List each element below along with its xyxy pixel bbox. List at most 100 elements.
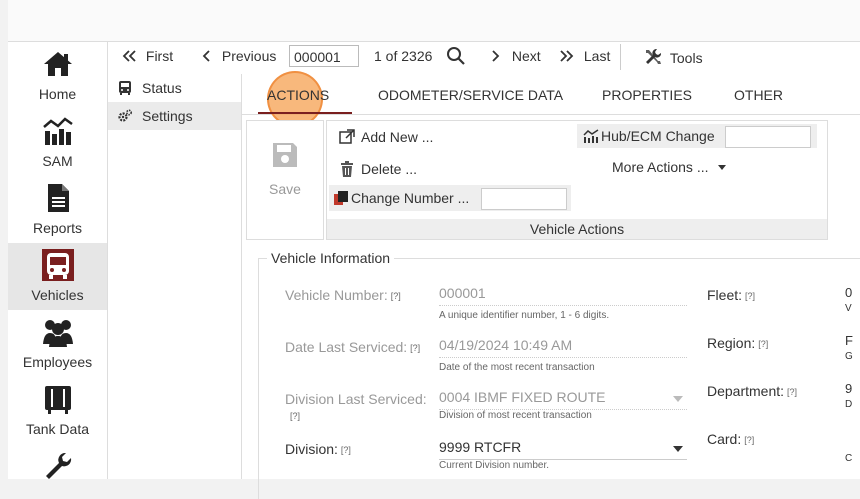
save-button[interactable]: Save — [246, 120, 324, 240]
toolbar-divider — [620, 44, 621, 70]
help-icon[interactable]: [?] — [758, 339, 768, 349]
more-actions-dropdown[interactable]: More Actions ... — [612, 159, 727, 175]
nav-item-employees[interactable]: Employees — [8, 310, 107, 377]
division-last-serviced-label: Division Last Serviced: — [285, 391, 427, 407]
help-icon[interactable]: [?] — [744, 435, 754, 445]
report-icon — [48, 184, 69, 212]
home-icon — [44, 52, 72, 76]
tools-button[interactable]: Tools — [644, 48, 703, 66]
double-chevron-right-icon — [560, 50, 574, 62]
department-label-text: Department: — [707, 383, 785, 399]
nav-item-maintenance[interactable] — [8, 444, 107, 479]
help-icon[interactable]: [?] — [410, 343, 420, 353]
vehicle-subnav: Status Settings — [108, 74, 242, 479]
gears-icon — [118, 109, 132, 122]
date-last-serviced-label-text: Date Last Serviced: — [285, 339, 408, 355]
date-last-serviced-hint: Date of the most recent transaction — [439, 362, 595, 373]
date-last-serviced-label: Date Last Serviced: [?] — [285, 339, 420, 355]
next-button[interactable]: Next — [492, 48, 541, 64]
vehicle-number-hint: A unique identifier number, 1 - 6 digits… — [439, 310, 610, 321]
help-icon[interactable]: [?] — [391, 291, 401, 301]
region-label-text: Region: — [707, 335, 756, 351]
record-position: 1 of 2326 — [374, 48, 433, 64]
hub-change-input[interactable] — [725, 126, 811, 148]
tab-bar: ACTIONS ODOMETER/SERVICE DATA PROPERTIES… — [242, 71, 860, 127]
last-button[interactable]: Last — [560, 48, 610, 64]
delete-label: Delete ... — [361, 161, 418, 177]
last-label: Last — [583, 48, 611, 64]
help-icon[interactable]: [?] — [341, 445, 351, 455]
wrench-icon — [46, 452, 72, 479]
division-last-serviced-value: 0004 IBMF FIXED ROUTE — [439, 389, 606, 405]
change-number-input[interactable] — [481, 188, 567, 210]
main-nav: Home SAM Reports Vehicles Employees Tank… — [8, 42, 108, 479]
app-window: Home SAM Reports Vehicles Employees Tank… — [8, 0, 860, 499]
hub-change-group: Hub/ECM Change — [577, 124, 817, 148]
nav-item-home[interactable]: Home — [8, 42, 107, 109]
tools-icon — [646, 48, 662, 64]
division-last-serviced-label-text: Division Last Serviced: — [285, 391, 427, 407]
subnav-item-status[interactable]: Status — [108, 74, 241, 102]
employees-icon — [43, 320, 73, 347]
record-number-input[interactable]: 000001 — [289, 45, 359, 67]
hub-change-label: Hub/ECM Change — [601, 128, 715, 144]
tab-odometer-service-data[interactable]: ODOMETER/SERVICE DATA — [378, 87, 563, 103]
tab-other[interactable]: OTHER — [734, 87, 783, 103]
nav-label: Reports — [32, 220, 83, 236]
caret-down-icon — [718, 165, 727, 170]
caret-down-icon — [673, 396, 683, 402]
vehicle-number-label: Vehicle Number: [?] — [285, 287, 401, 303]
copy-icon — [334, 191, 348, 205]
nav-label: Vehicles — [31, 287, 84, 303]
vehicle-information-section: Vehicle Information Vehicle Number: [?] 0… — [258, 250, 860, 499]
help-icon[interactable]: [?] — [787, 387, 797, 397]
card-label-text: Card: — [707, 431, 742, 447]
first-label: First — [145, 48, 174, 64]
department-hint: D — [845, 399, 853, 410]
subnav-item-settings[interactable]: Settings — [108, 102, 241, 130]
region-label: Region: [?] — [707, 335, 768, 351]
help-icon[interactable]: [?] — [745, 291, 755, 301]
more-actions-label: More Actions ... — [612, 159, 709, 175]
nav-item-tank-data[interactable]: Tank Data — [8, 377, 107, 444]
vehicle-actions-title: Vehicle Actions — [327, 219, 827, 239]
nav-label: Employees — [22, 354, 93, 370]
first-button[interactable]: First — [122, 48, 173, 64]
sam-chart-icon — [43, 117, 73, 145]
external-link-icon — [339, 129, 355, 144]
hub-change-button[interactable]: Hub/ECM Change — [583, 128, 715, 144]
department-label: Department: [?] — [707, 383, 797, 399]
division-last-serviced-hint: Division of most recent transaction — [439, 410, 592, 421]
nav-item-reports[interactable]: Reports — [8, 176, 107, 243]
card-label: Card: [?] — [707, 431, 754, 447]
tab-properties[interactable]: PROPERTIES — [602, 87, 692, 103]
nav-item-vehicles[interactable]: Vehicles — [8, 243, 107, 310]
change-number-group: Change Number ... — [329, 185, 571, 211]
nav-item-sam[interactable]: SAM — [8, 109, 107, 176]
delete-button[interactable]: Delete ... — [339, 161, 417, 177]
vehicle-actions-group: Add New ... Delete ... Change Number ...… — [326, 120, 828, 240]
tab-actions[interactable]: ACTIONS — [267, 87, 329, 103]
vehicle-number-label-text: Vehicle Number: — [285, 287, 388, 303]
help-icon[interactable]: [?] — [290, 411, 300, 421]
nav-label: SAM — [42, 153, 73, 169]
nav-label: Home — [38, 86, 77, 102]
change-number-label: Change Number ... — [351, 190, 470, 206]
bus-icon — [42, 249, 74, 281]
change-number-button[interactable]: Change Number ... — [333, 190, 469, 206]
actions-panel: Save Add New ... Delete ... Change Numbe… — [246, 120, 828, 240]
chevron-right-icon — [492, 50, 500, 62]
date-last-serviced-field: 04/19/2024 10:49 AM — [439, 337, 687, 358]
previous-button[interactable]: Previous — [202, 48, 276, 64]
card-hint: C — [845, 453, 853, 464]
division-select[interactable]: 9999 RTCFR — [439, 439, 687, 460]
add-new-button[interactable]: Add New ... — [339, 129, 433, 145]
search-icon — [447, 47, 465, 65]
division-last-serviced-select: 0004 IBMF FIXED ROUTE — [439, 389, 687, 410]
subnav-label: Status — [142, 80, 182, 96]
trash-icon — [341, 161, 353, 177]
division-label-text: Division: — [285, 441, 338, 457]
double-chevron-left-icon — [122, 50, 136, 62]
search-button[interactable] — [446, 46, 466, 69]
caret-down-icon — [673, 446, 683, 452]
